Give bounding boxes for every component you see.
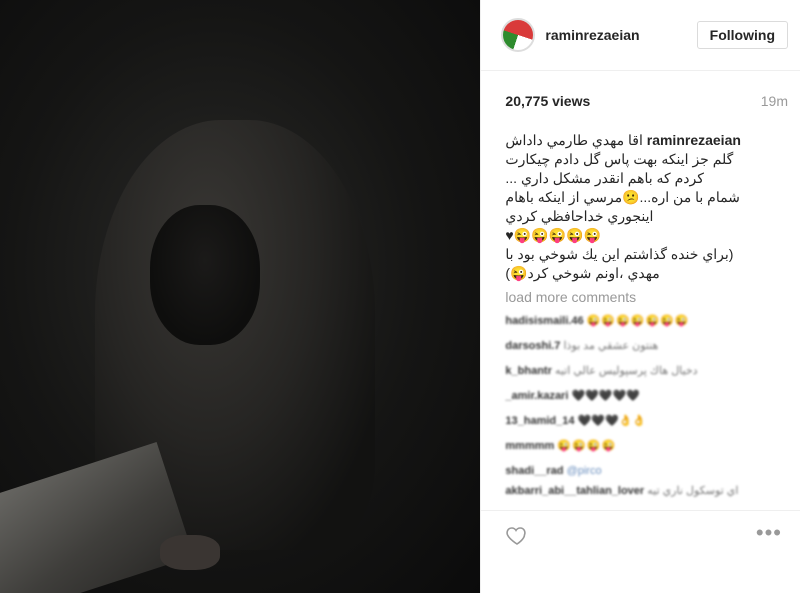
post-time[interactable]: 19m: [761, 93, 788, 109]
more-options-icon[interactable]: •••: [756, 522, 782, 544]
comment-mention[interactable]: @pirco: [567, 465, 602, 477]
comment-text: 🖤🖤🖤👌👌: [577, 415, 647, 427]
comment-text: دخيال هاك پرسپوليس عالي اتيه: [554, 365, 698, 377]
caption-line: اينجوري خداحافظي كردي: [505, 208, 654, 224]
views-count: 20,775 views: [505, 93, 591, 109]
following-button[interactable]: Following: [696, 21, 788, 49]
list-item: mmmmm 😜😜😜😜: [505, 434, 776, 459]
caption-username[interactable]: raminrezaeian: [647, 132, 741, 148]
list-item: _amir.kazari 🖤🖤🖤🖤🖤: [505, 384, 776, 409]
caption-line: كردم كه باهم انقدر مشكل داري ...: [505, 170, 704, 186]
post-sidebar: raminrezaeian Following 20,775 views 19m…: [480, 0, 800, 593]
post-meta: 20,775 views 19m: [481, 71, 800, 131]
comment-username[interactable]: darsoshi.7: [505, 340, 560, 352]
list-item: hadisismaili.46 😜😜😜😜😜😜😜: [505, 309, 776, 334]
list-item: 13_hamid_14 🖤🖤🖤👌👌: [505, 409, 776, 434]
comment-text: هنتون عشقي مد بوذا: [563, 340, 659, 352]
comment-username[interactable]: 13_hamid_14: [505, 415, 574, 427]
caption: raminrezaeian اقا مهدي طارمي داداش گلم ج…: [481, 131, 800, 283]
caption-line: شمام با من اره...😕مرسي از اينكه باهام: [505, 189, 740, 205]
caption-line: اقا مهدي طارمي داداش: [505, 132, 643, 148]
comment-username[interactable]: k_bhantr: [505, 365, 551, 377]
username-link[interactable]: raminrezaeian: [545, 27, 639, 43]
comment-username[interactable]: mmmmm: [505, 440, 554, 452]
post-video[interactable]: [0, 0, 481, 593]
post-dialog: raminrezaeian Following 20,775 views 19m…: [0, 0, 800, 593]
hand: [160, 535, 220, 570]
caption-line: (براي خنده گذاشتم اين يك شوخي بود با: [505, 246, 734, 262]
comment-list: hadisismaili.46 😜😜😜😜😜😜😜 darsoshi.7 هنتون…: [481, 309, 800, 514]
load-more-comments[interactable]: load more comments: [481, 283, 800, 309]
comment-text: 😜😜😜😜: [557, 440, 617, 452]
comment-username[interactable]: _amir.kazari: [505, 390, 568, 402]
comment-username[interactable]: shadi__rad: [505, 465, 563, 477]
comment-username[interactable]: hadisismaili.46: [505, 315, 583, 327]
action-bar: •••: [481, 510, 800, 593]
post-header: raminrezaeian Following: [481, 0, 800, 71]
caption-line: گلم جز اينكه بهت پاس گل دادم چيكارت: [505, 151, 734, 167]
avatar[interactable]: [501, 18, 536, 52]
comment-text: اي توسكول ناري تيه: [647, 485, 739, 497]
comment-username[interactable]: akbarri_abi__tahlian_lover: [505, 485, 644, 497]
comment-text: 🖤🖤🖤🖤🖤: [571, 390, 640, 402]
shadowed-face: [150, 205, 260, 345]
caption-line: مهدي ،اونم شوخي كرد😜): [505, 265, 660, 281]
list-item: shadi__rad @pirco: [505, 459, 776, 484]
comment-text: 😜😜😜😜😜😜😜: [586, 315, 690, 327]
list-item: darsoshi.7 هنتون عشقي مد بوذا: [505, 334, 776, 359]
caption-line: 😜😜😜😜😜♥: [505, 227, 601, 243]
heart-icon[interactable]: [505, 523, 529, 552]
list-item: k_bhantr دخيال هاك پرسپوليس عالي اتيه: [505, 359, 776, 384]
